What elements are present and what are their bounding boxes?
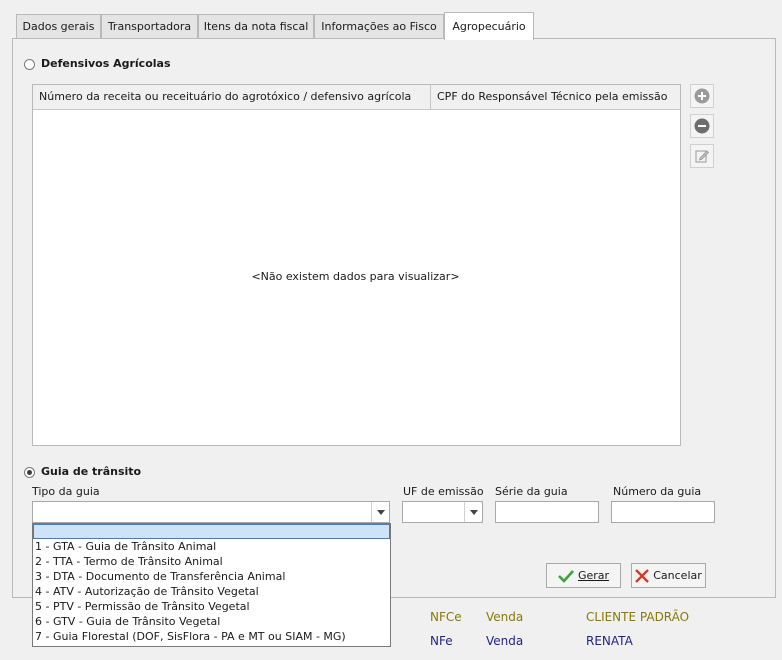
dropdown-option-empty[interactable] — [33, 524, 390, 539]
guia-transito-radio[interactable] — [24, 467, 35, 478]
edit-icon — [695, 150, 710, 163]
uf-emissao-label: UF de emissão — [403, 485, 484, 498]
tab-label: Transportadora — [107, 20, 192, 33]
list-item-cliente: RENATA — [586, 634, 633, 648]
uf-emissao-select[interactable] — [402, 501, 483, 523]
tipo-guia-label: Tipo da guia — [32, 485, 100, 498]
list-item-operacao: Venda — [486, 610, 524, 624]
chevron-down-icon — [376, 509, 385, 515]
tipo-guia-dropdown-list[interactable]: 1 - GTA - Guia de Trânsito Animal 2 - TT… — [32, 523, 391, 647]
numero-guia-label: Número da guia — [613, 485, 702, 498]
serie-guia-label: Série da guia — [495, 485, 568, 498]
defensivos-label: Defensivos Agrícolas — [41, 57, 171, 70]
tab-dados-gerais[interactable]: Dados gerais — [16, 14, 101, 39]
dropdown-option-gta[interactable]: 1 - GTA - Guia de Trânsito Animal — [33, 539, 390, 554]
dropdown-option-atv[interactable]: 4 - ATV - Autorização de Trânsito Vegeta… — [33, 584, 390, 599]
tab-itens-nota-fiscal[interactable]: Itens da nota fiscal — [198, 14, 314, 39]
dropdown-option-tta[interactable]: 2 - TTA - Termo de Trânsito Animal — [33, 554, 390, 569]
grid-header-receita[interactable]: Número da receita ou receituário do agro… — [33, 85, 431, 109]
tab-informacoes-fisco[interactable]: Informações ao Fisco — [314, 14, 444, 39]
grid-empty-message: <Não existem dados para visualizar> — [251, 270, 460, 283]
dropdown-option-gtv[interactable]: 6 - GTV - Guia de Trânsito Vegetal — [33, 614, 390, 629]
tipo-guia-dropdown-button[interactable] — [371, 502, 389, 522]
cancelar-button[interactable]: Cancelar — [631, 563, 706, 588]
remove-button[interactable] — [690, 114, 714, 138]
close-icon — [635, 568, 650, 583]
tipo-guia-select[interactable] — [32, 501, 390, 523]
tab-label: Itens da nota fiscal — [203, 20, 309, 33]
uf-emissao-dropdown-button[interactable] — [464, 502, 482, 522]
tab-label: Agropecuário — [452, 20, 526, 33]
defensivos-radio[interactable] — [24, 59, 35, 70]
tab-agropecuario[interactable]: Agropecuário — [444, 12, 534, 40]
cancelar-label: Cancelar — [653, 569, 702, 582]
add-button[interactable] — [690, 84, 714, 108]
gerar-label: Gerar — [577, 569, 610, 582]
serie-guia-input[interactable] — [495, 501, 599, 523]
list-item-tipo: NFe — [430, 634, 453, 648]
grid-header-cpf[interactable]: CPF do Responsável Técnico pela emissão — [431, 85, 680, 109]
numero-guia-input[interactable] — [611, 501, 715, 523]
tab-label: Informações ao Fisco — [321, 20, 437, 33]
list-item-operacao: Venda — [486, 634, 524, 648]
tab-transportadora[interactable]: Transportadora — [101, 14, 198, 39]
dropdown-option-dta[interactable]: 3 - DTA - Documento de Transferência Ani… — [33, 569, 390, 584]
dropdown-option-ptv[interactable]: 5 - PTV - Permissão de Trânsito Vegetal — [33, 599, 390, 614]
guia-transito-label: Guia de trânsito — [41, 465, 142, 478]
tab-label: Dados gerais — [22, 20, 95, 33]
grid-header: Número da receita ou receituário do agro… — [33, 85, 680, 110]
dropdown-option-guia-florestal[interactable]: 7 - Guia Florestal (DOF, SisFlora - PA e… — [33, 629, 390, 644]
list-item-tipo: NFCe — [430, 610, 462, 624]
remove-icon — [694, 118, 710, 134]
add-icon — [694, 88, 710, 104]
defensivos-grid[interactable]: Número da receita ou receituário do agro… — [32, 84, 681, 446]
edit-button[interactable] — [690, 144, 714, 168]
list-item-cliente: CLIENTE PADRÃO — [586, 610, 690, 624]
check-icon — [558, 569, 574, 583]
gerar-button[interactable]: Gerar — [546, 563, 621, 588]
chevron-down-icon — [469, 509, 478, 515]
